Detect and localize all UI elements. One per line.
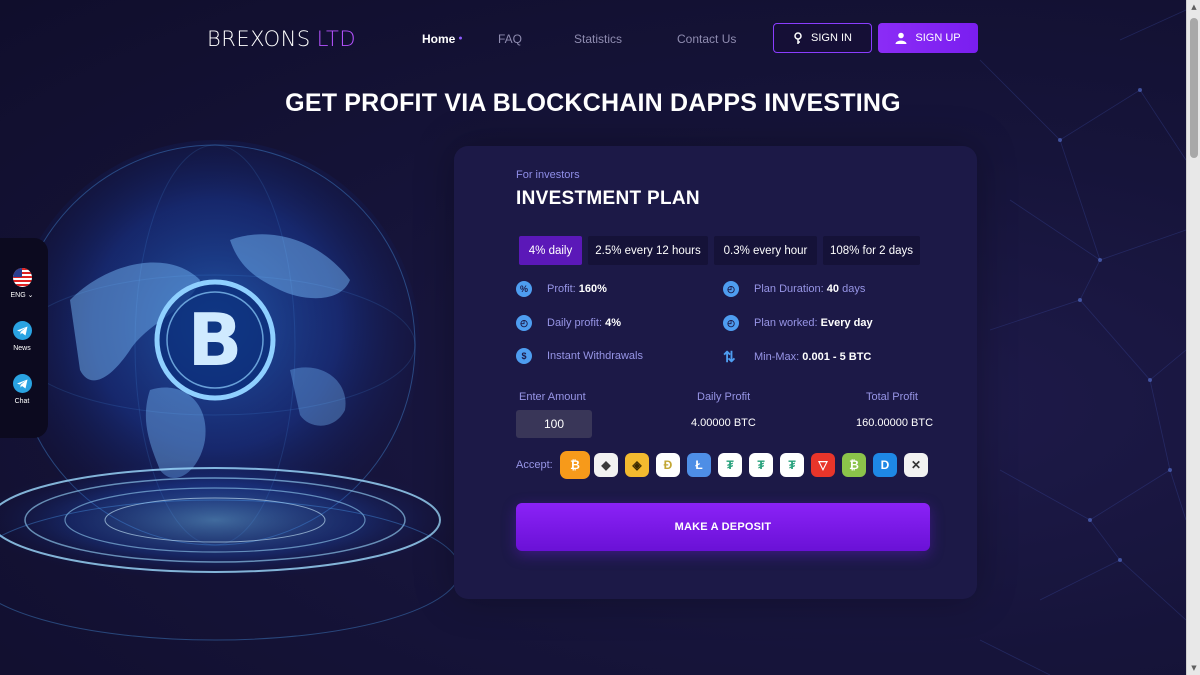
clock-icon: ◴ — [516, 315, 532, 331]
withdrawals-label: Instant Withdrawals — [547, 350, 643, 362]
bitcoin-cash-icon[interactable]: ₿ — [842, 453, 866, 477]
litecoin-icon[interactable]: Ł — [687, 453, 711, 477]
sign-in-label: SIGN IN — [811, 32, 852, 44]
scroll-up-icon[interactable]: ▲ — [1187, 0, 1200, 14]
dollar-icon: $ — [516, 348, 532, 364]
svg-text:B: B — [188, 298, 243, 382]
arrows-updown-icon: ⇅ — [723, 349, 736, 366]
telegram-icon — [12, 374, 32, 393]
news-label: News — [13, 345, 31, 352]
nav-home[interactable]: Home ● — [422, 32, 463, 46]
ripple-icon[interactable]: ✕ — [904, 453, 928, 477]
language-selector[interactable]: ENG ⌄ — [0, 268, 44, 299]
plan-worked-value: Every day — [820, 317, 873, 329]
chevron-down-icon: ⌄ — [25, 292, 34, 299]
min-max-value: 0.001 - 5 BTC — [802, 351, 872, 363]
sign-up-label: SIGN UP — [915, 32, 961, 44]
binance-icon[interactable]: ◈ — [625, 453, 649, 477]
daily-profit-calc-value: 4.00000 BTC — [691, 417, 756, 429]
brand-logo[interactable]: BREXONS LTD — [207, 27, 356, 51]
card-title: INVESTMENT PLAN — [516, 188, 700, 209]
sign-up-button[interactable]: SIGN UP — [878, 23, 978, 53]
accept-label: Accept: — [516, 459, 553, 471]
nav-home-label: Home — [422, 32, 456, 46]
feature-daily-profit: ◴ Daily profit: 4% — [516, 315, 621, 331]
duration-unit: days — [842, 283, 866, 295]
ethereum-icon[interactable]: ◆ — [594, 453, 618, 477]
user-icon — [895, 32, 907, 44]
tron-icon[interactable]: ▽ — [811, 453, 835, 477]
feature-min-max: ⇅ Min-Max: 0.001 - 5 BTC — [723, 348, 871, 366]
amount-input[interactable]: 100 — [516, 410, 592, 438]
duration-label: Plan Duration: — [754, 283, 824, 295]
brand-name: BREXONS — [207, 27, 311, 51]
chat-label: Chat — [14, 398, 30, 405]
tab-0-3-every-hour[interactable]: 0.3% every hour — [714, 236, 817, 265]
feature-plan-worked: ◴ Plan worked: Every day — [723, 315, 873, 331]
tab-4-daily[interactable]: 4% daily — [519, 236, 582, 265]
tab-108-for-2-days[interactable]: 108% for 2 days — [823, 236, 920, 265]
news-link[interactable]: News — [0, 321, 44, 352]
tether-icon[interactable]: ₮ — [718, 453, 742, 477]
active-dot-icon: ● — [458, 35, 463, 42]
tether-icon[interactable]: ₮ — [780, 453, 804, 477]
nav-contact[interactable]: Contact Us — [677, 32, 736, 46]
dogecoin-icon[interactable]: Ð — [656, 453, 680, 477]
nav-statistics[interactable]: Statistics — [574, 32, 622, 46]
total-profit-calc-value: 160.00000 BTC — [856, 417, 934, 429]
nav-faq[interactable]: FAQ — [498, 32, 522, 46]
floating-sidebar: ENG ⌄ News Chat — [0, 238, 48, 438]
hero-headline: GET PROFIT VIA BLOCKCHAIN DAPPS INVESTIN… — [285, 89, 901, 117]
daily-profit-label: Daily profit: — [547, 317, 603, 329]
clock-icon: ◴ — [723, 281, 739, 297]
feature-withdrawals: $ Instant Withdrawals — [516, 348, 643, 364]
telegram-icon — [12, 321, 32, 340]
percent-icon: % — [516, 281, 532, 297]
profit-label: Profit: — [547, 283, 576, 295]
plan-worked-label: Plan worked: — [754, 317, 818, 329]
key-icon — [794, 31, 802, 44]
clock-icon: ◴ — [723, 315, 739, 331]
tab-2-5-every-12-hours[interactable]: 2.5% every 12 hours — [588, 236, 708, 265]
daily-profit-value: 4% — [605, 317, 621, 329]
make-deposit-button[interactable]: MAKE A DEPOSIT — [516, 503, 930, 551]
tether-icon[interactable]: ₮ — [749, 453, 773, 477]
feature-duration: ◴ Plan Duration: 40 days — [723, 281, 865, 297]
us-flag-icon — [12, 268, 32, 287]
card-subtitle: For investors — [516, 169, 580, 181]
feature-profit: % Profit: 160% — [516, 281, 607, 297]
duration-value: 40 — [826, 283, 840, 295]
daily-profit-calc-label: Daily Profit — [697, 391, 751, 403]
brand-suffix: LTD — [316, 27, 357, 51]
total-profit-calc-label: Total Profit — [866, 391, 918, 403]
dash-icon[interactable]: D — [873, 453, 897, 477]
language-label: ENG — [10, 292, 26, 299]
amount-label: Enter Amount — [519, 391, 586, 403]
sign-in-button[interactable]: SIGN IN — [773, 23, 872, 53]
scrollbar-thumb[interactable] — [1190, 18, 1198, 158]
bitcoin-globe-illustration: B — [0, 140, 460, 641]
page-scrollbar[interactable]: ▲ ▼ — [1186, 0, 1200, 675]
profit-value: 160% — [578, 283, 607, 295]
chat-link[interactable]: Chat — [0, 374, 44, 405]
bitcoin-icon[interactable]: ₿ — [560, 451, 590, 479]
scroll-down-icon[interactable]: ▼ — [1187, 661, 1200, 675]
min-max-label: Min-Max: — [754, 351, 800, 363]
